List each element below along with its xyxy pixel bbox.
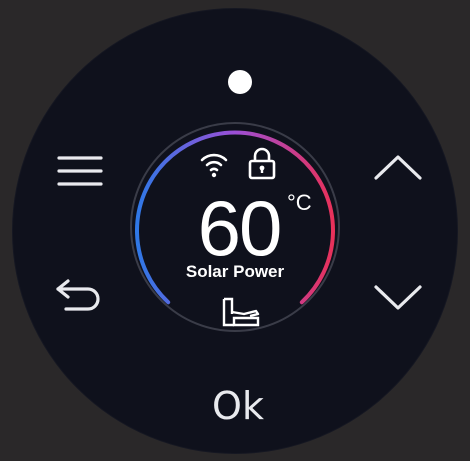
back-arrow-icon: [56, 279, 100, 311]
temperature-value: 60: [197, 184, 283, 272]
mode-label: Solar Power: [185, 262, 285, 281]
chevron-up-icon: [374, 155, 422, 180]
chevron-down-icon: [374, 285, 422, 310]
ok-button[interactable]: Ok: [198, 380, 278, 432]
decrease-temperature-button[interactable]: [372, 280, 424, 316]
menu-button[interactable]: [55, 152, 105, 190]
solar-tank-icon: [222, 297, 260, 327]
status-icons: [195, 146, 285, 182]
increase-temperature-button[interactable]: [372, 150, 424, 186]
back-button[interactable]: [54, 275, 106, 315]
hamburger-menu-icon: [57, 156, 103, 186]
wifi-icon: [200, 153, 228, 178]
status-indicator-dot: [228, 70, 252, 94]
temperature-unit: °C: [287, 190, 312, 215]
lock-icon: [248, 147, 276, 180]
